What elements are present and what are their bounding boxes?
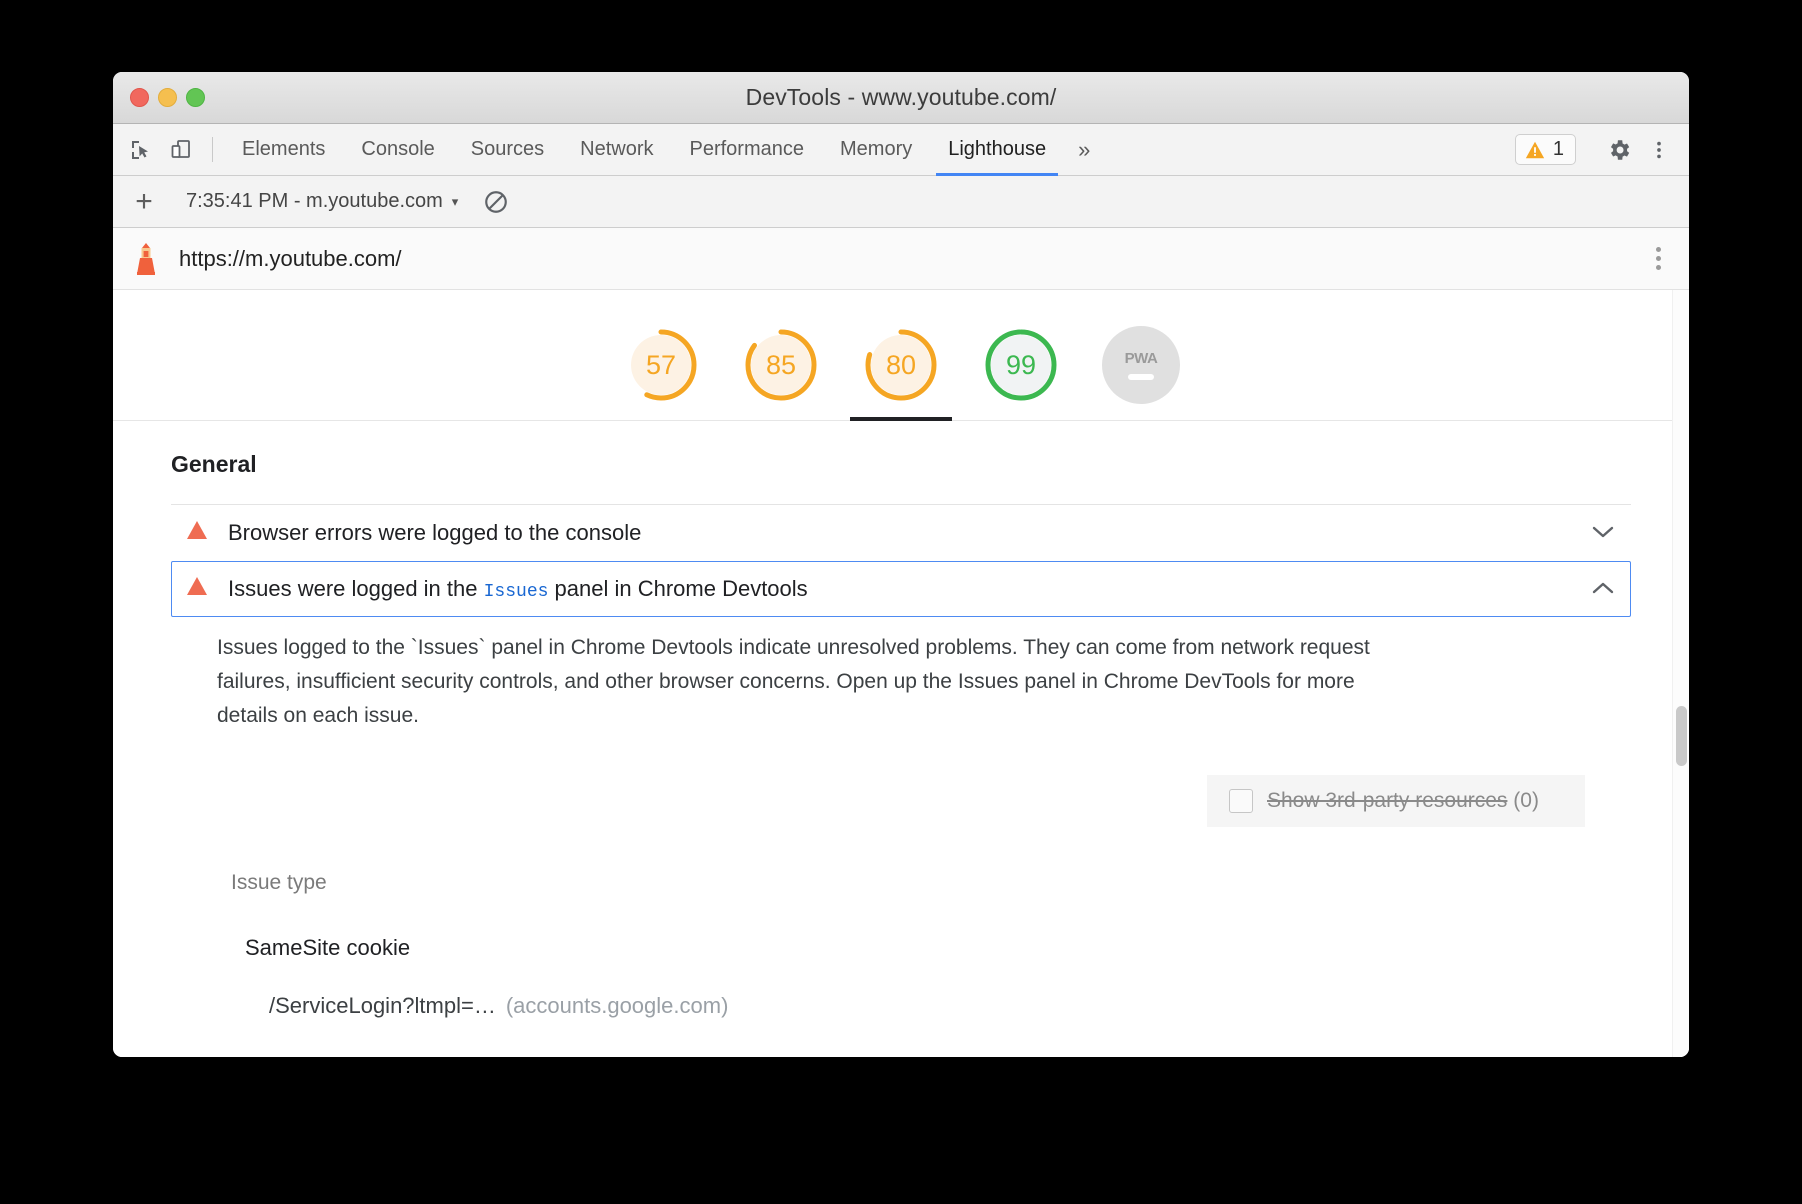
table-row[interactable]: /ServiceLogin?ltmpl=… (accounts.google.co…	[217, 961, 1585, 1019]
pwa-dash-icon	[1128, 374, 1154, 380]
general-section: General Browser errors were logged to th…	[113, 421, 1689, 1019]
tab-sources[interactable]: Sources	[453, 124, 562, 175]
close-window-button[interactable]	[130, 88, 149, 107]
gauge-value-performance: 57	[622, 326, 700, 404]
tab-memory[interactable]: Memory	[822, 124, 930, 175]
warning-badge[interactable]: 1	[1515, 134, 1576, 165]
show-3rd-party-label: Show 3rd-party resources (0)	[1267, 789, 1539, 813]
gauge-value-best-practices: 80	[862, 326, 940, 404]
tab-network[interactable]: Network	[562, 124, 671, 175]
show-3rd-party-checkbox[interactable]	[1229, 789, 1253, 813]
device-toolbar-icon[interactable]	[161, 124, 201, 175]
warning-triangle-icon	[186, 576, 208, 602]
chevron-up-icon[interactable]	[1592, 580, 1614, 598]
page-title: General	[171, 451, 1631, 478]
more-tabs-icon[interactable]: »	[1064, 124, 1104, 175]
audit-title-suffix: panel in Chrome Devtools	[548, 576, 807, 601]
pwa-label: PWA	[1125, 350, 1158, 367]
audit-title-browser-errors: Browser errors were logged to the consol…	[228, 520, 1592, 546]
inspect-cursor-icon[interactable]	[121, 124, 161, 175]
maximize-window-button[interactable]	[186, 88, 205, 107]
tab-lighthouse[interactable]: Lighthouse	[930, 124, 1064, 175]
gauge-value-seo: 99	[982, 326, 1060, 404]
toolbar-right-tools: 1	[1515, 124, 1679, 175]
report-selector-label: 7:35:41 PM - m.youtube.com	[186, 190, 443, 213]
report-url-bar: https://m.youtube.com/	[113, 228, 1689, 290]
audit-title-code: Issues	[484, 582, 549, 602]
gauge-performance[interactable]: 57	[622, 326, 700, 420]
panel-tabs: Elements Console Sources Network Perform…	[224, 124, 1515, 175]
traffic-lights	[130, 88, 205, 107]
new-audit-button[interactable]: +	[125, 187, 163, 217]
tab-console[interactable]: Console	[343, 124, 452, 175]
gauge-pwa[interactable]: PWA	[1102, 326, 1180, 420]
audit-title-issues-panel: Issues were logged in the Issues panel i…	[228, 576, 1592, 602]
chevron-down-icon: ▾	[452, 194, 459, 210]
window-title: DevTools - www.youtube.com/	[113, 84, 1689, 111]
report-selector-dropdown[interactable]: 7:35:41 PM - m.youtube.com ▾	[186, 190, 458, 213]
table-header-issue-type: Issue type	[217, 827, 1585, 895]
table-cell-host: (accounts.google.com)	[506, 993, 729, 1018]
gauge-best-practices[interactable]: 80	[862, 326, 940, 420]
report-menu-icon[interactable]	[1650, 241, 1667, 276]
gauge-seo[interactable]: 99	[982, 326, 1060, 420]
table-cell-resource: /ServiceLogin?ltmpl=…	[269, 993, 496, 1018]
category-score-gauges: 57 85 80	[113, 290, 1689, 421]
report-url: https://m.youtube.com/	[179, 246, 1650, 272]
devtools-tab-strip: Elements Console Sources Network Perform…	[113, 124, 1689, 176]
audit-row-browser-errors[interactable]: Browser errors were logged to the consol…	[171, 505, 1631, 561]
warning-triangle-icon	[1524, 139, 1546, 161]
minimize-window-button[interactable]	[158, 88, 177, 107]
no-entry-clear-icon[interactable]	[476, 189, 516, 215]
show-3rd-party-count: (0)	[1513, 789, 1539, 812]
audit-title-prefix: Issues were logged in the	[228, 576, 484, 601]
audit-row-issues-panel[interactable]: Issues were logged in the Issues panel i…	[171, 561, 1631, 617]
issues-table: Issue type SameSite cookie /ServiceLogin…	[171, 827, 1631, 1019]
gauge-value-accessibility: 85	[742, 326, 820, 404]
lighthouse-report-bar: + 7:35:41 PM - m.youtube.com ▾	[113, 176, 1689, 228]
warning-count: 1	[1553, 138, 1564, 161]
third-party-filter[interactable]: Show 3rd-party resources (0)	[1207, 775, 1585, 827]
gauge-accessibility[interactable]: 85	[742, 326, 820, 420]
warning-triangle-icon	[186, 520, 208, 546]
toolbar-divider	[212, 137, 213, 162]
report-scroll-body: 57 85 80	[113, 290, 1689, 1057]
gear-icon[interactable]	[1599, 137, 1639, 163]
title-bar: DevTools - www.youtube.com/	[113, 72, 1689, 124]
show-3rd-party-text: Show 3rd-party resources	[1267, 789, 1507, 812]
devtools-window: DevTools - www.youtube.com/ Elements Con…	[113, 72, 1689, 1057]
audit-description: Issues logged to the `Issues` panel in C…	[171, 617, 1441, 733]
vertical-scrollbar[interactable]	[1672, 290, 1689, 1057]
chevron-down-icon[interactable]	[1592, 524, 1614, 542]
scrollbar-thumb[interactable]	[1676, 706, 1687, 766]
table-row-group: SameSite cookie	[217, 895, 1585, 961]
tab-elements[interactable]: Elements	[224, 124, 343, 175]
lighthouse-icon	[131, 242, 161, 276]
tab-performance[interactable]: Performance	[672, 124, 823, 175]
kebab-menu-icon[interactable]	[1639, 139, 1679, 161]
